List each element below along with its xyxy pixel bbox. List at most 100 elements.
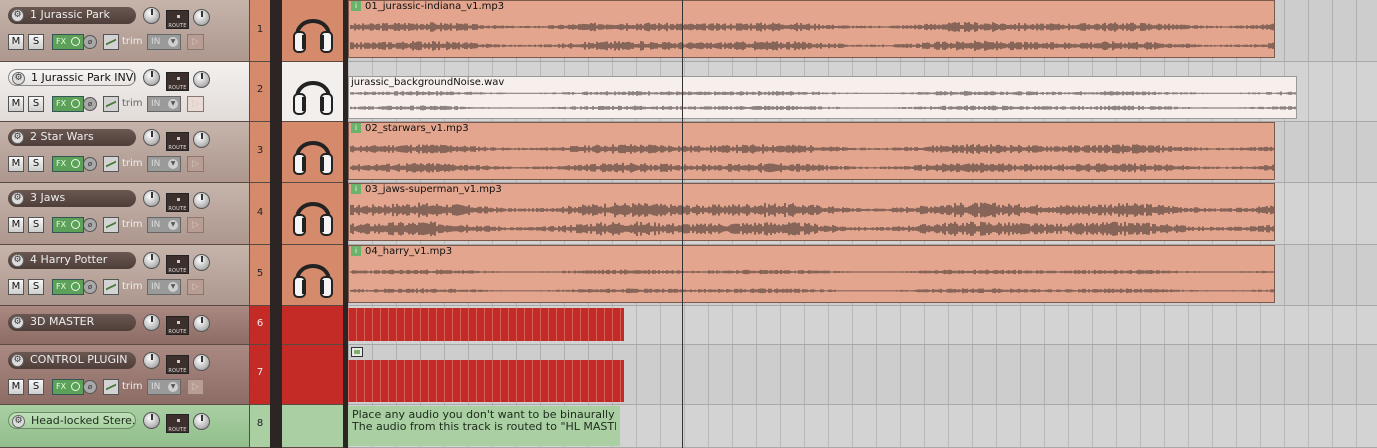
gear-icon[interactable]: ⚙ bbox=[12, 415, 25, 428]
input-button[interactable]: IN ▼ bbox=[147, 379, 181, 395]
gear-icon[interactable]: ⚙ bbox=[11, 316, 24, 329]
track-header-8[interactable]: ⚙ Head-locked Stere...01 ROUTE bbox=[0, 405, 250, 448]
input-button[interactable]: IN ▼ bbox=[147, 96, 181, 112]
volume-knob[interactable] bbox=[143, 314, 160, 331]
phase-icon[interactable]: ø bbox=[83, 380, 97, 394]
output-button[interactable]: ▷ bbox=[187, 217, 204, 233]
input-button[interactable]: IN ▼ bbox=[147, 34, 181, 50]
solo-button[interactable]: S bbox=[28, 96, 44, 112]
pan-knob[interactable] bbox=[193, 9, 210, 26]
track-icon-cell[interactable] bbox=[282, 245, 343, 306]
plugin-icon[interactable] bbox=[351, 347, 363, 357]
media-item[interactable]: i 04_harry_v1.mp3 bbox=[348, 245, 1275, 303]
phase-icon[interactable]: ø bbox=[83, 35, 97, 49]
head-locked-item[interactable]: Place any audio you don't want to be bin… bbox=[348, 406, 620, 446]
input-button[interactable]: IN ▼ bbox=[147, 156, 181, 172]
track-header-4[interactable]: ⚙ 3 Jaws ROUTE M S FX ø trim IN ▼ ▷ bbox=[0, 183, 250, 245]
route-button[interactable]: ROUTE bbox=[166, 10, 189, 29]
media-item[interactable]: i 01_jurassic-indiana_v1.mp3 bbox=[348, 0, 1275, 58]
track-name-field[interactable]: ⚙ Head-locked Stere...01 bbox=[8, 412, 136, 429]
track-header-1[interactable]: ⚙ 1 Jurassic Park ROUTE M S FX ø trim IN… bbox=[0, 0, 250, 62]
gear-icon[interactable]: ⚙ bbox=[11, 254, 24, 267]
gear-icon[interactable]: ⚙ bbox=[11, 9, 24, 22]
volume-knob[interactable] bbox=[143, 190, 160, 207]
pan-knob[interactable] bbox=[193, 71, 210, 88]
route-button[interactable]: ROUTE bbox=[166, 316, 189, 335]
track-name-field[interactable]: ⚙ 3D MASTER bbox=[8, 314, 136, 331]
mute-button[interactable]: M bbox=[8, 156, 24, 172]
track-name-field[interactable]: ⚙ 3 Jaws bbox=[8, 190, 136, 207]
track-name-field[interactable]: ⚙ 2 Star Wars bbox=[8, 129, 136, 146]
phase-icon[interactable]: ø bbox=[83, 157, 97, 171]
volume-knob[interactable] bbox=[143, 69, 160, 86]
solo-button[interactable]: S bbox=[28, 279, 44, 295]
volume-knob[interactable] bbox=[143, 252, 160, 269]
panel-divider[interactable] bbox=[270, 0, 282, 448]
route-button[interactable]: ROUTE bbox=[166, 355, 189, 374]
automation-button[interactable]: trim bbox=[103, 156, 143, 172]
track-icon-cell[interactable] bbox=[282, 306, 343, 345]
master-item[interactable] bbox=[348, 308, 624, 341]
pan-knob[interactable] bbox=[193, 354, 210, 371]
output-button[interactable]: ▷ bbox=[187, 96, 204, 112]
pan-knob[interactable] bbox=[193, 131, 210, 148]
track-name-field[interactable]: ⚙ 4 Harry Potter bbox=[8, 252, 136, 269]
track-icon-cell[interactable] bbox=[282, 62, 343, 122]
phase-icon[interactable]: ø bbox=[83, 218, 97, 232]
mute-button[interactable]: M bbox=[8, 96, 24, 112]
mute-button[interactable]: M bbox=[8, 379, 24, 395]
solo-button[interactable]: S bbox=[28, 156, 44, 172]
volume-knob[interactable] bbox=[143, 352, 160, 369]
track-name-field[interactable]: ⚙ CONTROL PLUGIN bbox=[8, 352, 136, 369]
playhead-cursor[interactable] bbox=[682, 0, 683, 448]
phase-icon[interactable]: ø bbox=[83, 280, 97, 294]
volume-knob[interactable] bbox=[143, 412, 160, 429]
fx-button[interactable]: FX bbox=[52, 379, 84, 395]
media-item[interactable]: jurassic_backgroundNoise.wav bbox=[348, 76, 1297, 119]
route-button[interactable]: ROUTE bbox=[166, 414, 189, 433]
automation-button[interactable]: trim bbox=[103, 279, 143, 295]
pan-knob[interactable] bbox=[193, 413, 210, 430]
gear-icon[interactable]: ⚙ bbox=[12, 72, 25, 85]
track-number-cell[interactable]: 4 bbox=[250, 183, 270, 245]
media-item[interactable]: i 02_starwars_v1.mp3 bbox=[348, 122, 1275, 180]
track-number-cell[interactable]: 6 bbox=[250, 306, 270, 345]
route-button[interactable]: ROUTE bbox=[166, 255, 189, 274]
mute-button[interactable]: M bbox=[8, 217, 24, 233]
route-button[interactable]: ROUTE bbox=[166, 193, 189, 212]
fx-button[interactable]: FX bbox=[52, 96, 84, 112]
volume-knob[interactable] bbox=[143, 7, 160, 24]
mute-button[interactable]: M bbox=[8, 279, 24, 295]
track-name-field[interactable]: ⚙ 1 Jurassic Park bbox=[8, 7, 136, 24]
output-button[interactable]: ▷ bbox=[187, 34, 204, 50]
output-button[interactable]: ▷ bbox=[187, 156, 204, 172]
track-header-7[interactable]: ⚙ CONTROL PLUGIN ROUTE M S FX ø trim IN ▼… bbox=[0, 345, 250, 405]
track-header-3[interactable]: ⚙ 2 Star Wars ROUTE M S FX ø trim IN ▼ ▷ bbox=[0, 122, 250, 183]
output-button[interactable]: ▷ bbox=[187, 379, 204, 395]
track-header-6[interactable]: ⚙ 3D MASTER ROUTE bbox=[0, 306, 250, 345]
track-number-cell[interactable]: 7 bbox=[250, 345, 270, 405]
track-number-cell[interactable]: 8 bbox=[250, 405, 270, 448]
track-name-field[interactable]: ⚙ 1 Jurassic Park INVEF bbox=[8, 69, 136, 86]
route-button[interactable]: ROUTE bbox=[166, 72, 189, 91]
output-button[interactable]: ▷ bbox=[187, 279, 204, 295]
track-number-cell[interactable]: 1 bbox=[250, 0, 270, 62]
media-item[interactable]: i 03_jaws-superman_v1.mp3 bbox=[348, 183, 1275, 241]
track-icon-cell[interactable] bbox=[282, 183, 343, 245]
volume-knob[interactable] bbox=[143, 129, 160, 146]
track-number-cell[interactable]: 5 bbox=[250, 245, 270, 306]
fx-button[interactable]: FX bbox=[52, 217, 84, 233]
track-header-5[interactable]: ⚙ 4 Harry Potter ROUTE M S FX ø trim IN ▼… bbox=[0, 245, 250, 306]
fx-button[interactable]: FX bbox=[52, 34, 84, 50]
automation-button[interactable]: trim bbox=[103, 217, 143, 233]
phase-icon[interactable]: ø bbox=[83, 97, 97, 111]
automation-button[interactable]: trim bbox=[103, 379, 143, 395]
automation-button[interactable]: trim bbox=[103, 96, 143, 112]
fx-button[interactable]: FX bbox=[52, 279, 84, 295]
track-header-2[interactable]: ⚙ 1 Jurassic Park INVEF ROUTE M S FX ø t… bbox=[0, 62, 250, 122]
fx-button[interactable]: FX bbox=[52, 156, 84, 172]
arrange-view[interactable]: i 01_jurassic-indiana_v1.mp3 jurassic_bac… bbox=[348, 0, 1377, 448]
solo-button[interactable]: S bbox=[28, 217, 44, 233]
track-icon-cell[interactable] bbox=[282, 405, 343, 448]
gear-icon[interactable]: ⚙ bbox=[11, 192, 24, 205]
